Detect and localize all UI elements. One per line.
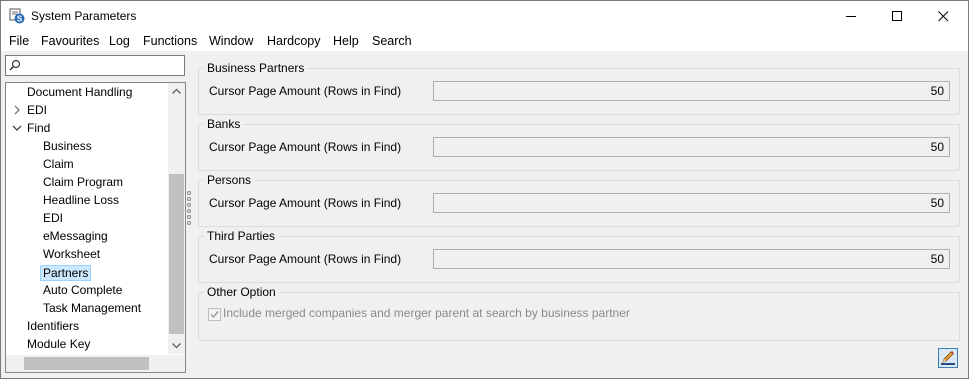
edit-button[interactable]	[938, 348, 958, 368]
menu-file[interactable]: File	[9, 34, 29, 48]
tree-item-document-handling[interactable]: Document Handling	[27, 84, 132, 100]
cursor-page-amount-field[interactable]: 50	[433, 249, 950, 269]
tree-horizontal-scrollbar[interactable]	[6, 355, 185, 372]
chevron-up-icon	[172, 88, 181, 94]
minimize-icon	[846, 16, 856, 17]
tree-item-claim[interactable]: Claim	[43, 156, 74, 172]
group-title: Other Option	[204, 285, 279, 299]
search-icon	[9, 59, 21, 71]
group-title: Third Parties	[204, 229, 279, 243]
tree-item-emessaging[interactable]: eMessaging	[43, 228, 108, 244]
maximize-button[interactable]	[874, 1, 920, 31]
menu-favourites[interactable]: Favourites	[41, 34, 99, 48]
tree-item-headline-loss[interactable]: Headline Loss	[43, 192, 119, 208]
scroll-thumb[interactable]	[169, 174, 184, 334]
tree-item-identifiers[interactable]: Identifiers	[27, 318, 79, 334]
cursor-page-amount-label: Cursor Page Amount (Rows in Find)	[209, 140, 402, 154]
maximize-icon	[892, 11, 902, 21]
checkmark-icon	[210, 311, 219, 319]
group-title: Business Partners	[204, 61, 308, 75]
cursor-page-amount-field[interactable]: 50	[433, 81, 950, 101]
cursor-page-amount-label: Cursor Page Amount (Rows in Find)	[209, 252, 402, 266]
tree-item-worksheet[interactable]: Worksheet	[43, 246, 100, 262]
tree-vertical-scrollbar[interactable]	[168, 83, 185, 354]
chevron-right-icon[interactable]	[13, 105, 21, 115]
menu-hardcopy[interactable]: Hardcopy	[267, 34, 321, 48]
horizontal-scroll-thumb[interactable]	[24, 357, 149, 370]
minimize-button[interactable]	[828, 1, 874, 31]
menu-log[interactable]: Log	[109, 34, 130, 48]
tree-item-auto-complete[interactable]: Auto Complete	[43, 282, 122, 298]
menu-functions[interactable]: Functions	[143, 34, 197, 48]
cursor-page-amount-field[interactable]: 50	[433, 193, 950, 213]
tree-item-edi[interactable]: EDI	[27, 102, 47, 118]
panel-splitter[interactable]	[187, 191, 192, 235]
cursor-page-amount-label: Cursor Page Amount (Rows in Find)	[209, 196, 402, 210]
merged-companies-checkbox-label: Include merged companies and merger pare…	[223, 306, 630, 320]
chevron-down-icon	[172, 343, 181, 349]
system-parameters-app-icon: S	[9, 8, 25, 24]
chevron-down-icon[interactable]	[12, 124, 22, 132]
cursor-page-amount-label: Cursor Page Amount (Rows in Find)	[209, 84, 402, 98]
tree-item-partners[interactable]: Partners	[40, 265, 92, 281]
parameter-tree: Document Handling EDI Find Business Clai…	[5, 82, 186, 373]
tree-item-business[interactable]: Business	[43, 138, 92, 154]
tree-search-input[interactable]	[22, 57, 184, 74]
merged-companies-checkbox[interactable]	[208, 308, 221, 321]
tree-item-claim-program[interactable]: Claim Program	[43, 174, 123, 190]
system-parameters-window: S System Parameters File Favourites Log …	[0, 0, 969, 379]
close-icon	[938, 11, 949, 22]
tree-item-find[interactable]: Find	[27, 120, 50, 136]
close-button[interactable]	[920, 1, 966, 31]
menu-search[interactable]: Search	[372, 34, 412, 48]
edit-pencil-icon	[941, 351, 955, 365]
tree-item-module-key[interactable]: Module Key	[27, 336, 90, 352]
group-title: Banks	[204, 117, 244, 131]
group-title: Persons	[204, 173, 255, 187]
menu-help[interactable]: Help	[333, 34, 359, 48]
navigation-panel: Document Handling EDI Find Business Clai…	[1, 51, 187, 378]
scroll-down-button[interactable]	[168, 337, 185, 354]
tree-search-box[interactable]	[5, 55, 185, 76]
window-title: System Parameters	[31, 9, 137, 23]
menu-bar: File Favourites Log Functions Window Har…	[1, 31, 968, 51]
menu-window[interactable]: Window	[209, 34, 253, 48]
svg-text:S: S	[17, 15, 23, 24]
tree-item-task-management[interactable]: Task Management	[43, 300, 141, 316]
scroll-up-button[interactable]	[168, 83, 185, 100]
tree-item-edi-find[interactable]: EDI	[43, 210, 63, 226]
title-bar: S System Parameters	[1, 1, 968, 31]
cursor-page-amount-field[interactable]: 50	[433, 137, 950, 157]
